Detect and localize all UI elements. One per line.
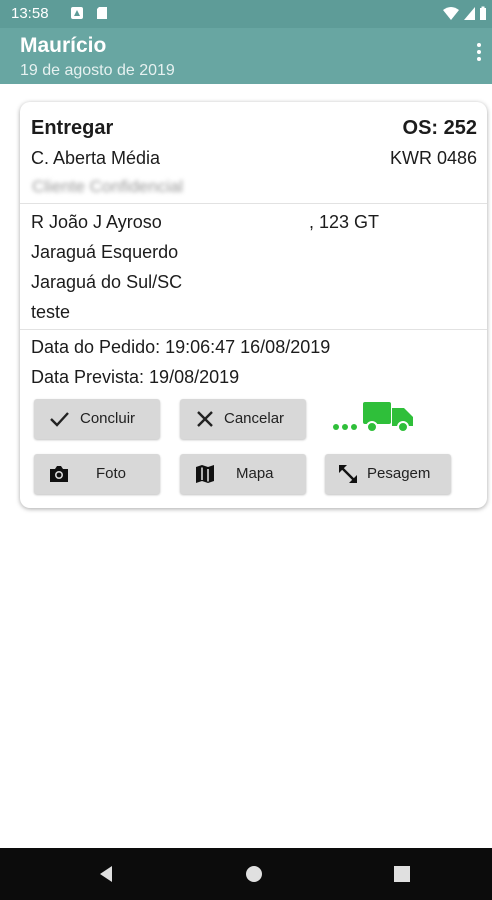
status-time: 13:58	[11, 5, 49, 22]
map-label: Mapa	[236, 465, 274, 482]
home-icon[interactable]	[244, 864, 264, 884]
camera-icon	[50, 466, 68, 482]
address-city: Jaraguá do Sul/SC	[31, 272, 183, 292]
cancel-button[interactable]: Cancelar	[180, 399, 306, 439]
order-note: teste	[31, 302, 71, 322]
conclude-label: Concluir	[80, 410, 136, 427]
vehicle-type: C. Aberta Média	[31, 148, 161, 168]
divider	[20, 329, 487, 330]
address-district: Jaraguá Esquerdo	[31, 242, 179, 262]
cancel-label: Cancelar	[224, 410, 285, 427]
app-bar: Maurício 19 de agosto de 2019	[0, 28, 492, 84]
photo-label: Foto	[96, 465, 127, 482]
order-date: Data do Pedido: 19:06:47 16/08/2019	[31, 337, 331, 357]
weighing-button[interactable]: Pesagem	[325, 454, 451, 494]
photo-button[interactable]: Foto	[34, 454, 160, 494]
map-icon	[196, 465, 214, 483]
vehicle-plate: KWR 0486	[389, 148, 477, 168]
order-card[interactable]: Entregar OS: 252 C. Aberta Média KWR 048…	[20, 102, 487, 508]
divider	[20, 203, 487, 204]
sd-card-icon	[97, 7, 107, 19]
back-icon[interactable]	[96, 864, 116, 884]
navigation-bar	[0, 848, 492, 900]
recents-icon[interactable]	[392, 864, 412, 884]
expected-date: Data Prevista: 19/08/2019	[31, 367, 240, 387]
page-title: Maurício	[20, 34, 107, 57]
order-number: OS: 252	[402, 117, 477, 139]
wifi-icon	[443, 7, 459, 20]
expand-icon	[339, 465, 357, 483]
address-number: , 123 GT	[309, 212, 380, 232]
page-subtitle-date: 19 de agosto de 2019	[20, 62, 175, 79]
map-button[interactable]: Mapa	[180, 454, 306, 494]
signal-icon	[464, 7, 475, 20]
overflow-menu-icon[interactable]	[472, 40, 486, 70]
notification-icon	[71, 7, 83, 19]
client-name-obscured: Cliente Confidencial	[32, 177, 184, 196]
close-icon	[197, 411, 213, 427]
status-bar: 13:58	[0, 0, 492, 28]
battery-icon	[480, 6, 486, 20]
weighing-label: Pesagem	[367, 465, 431, 482]
order-action: Entregar	[31, 117, 114, 139]
conclude-button[interactable]: Concluir	[34, 399, 160, 439]
address-street: R João J Ayroso	[31, 212, 162, 232]
delivery-truck-icon	[333, 402, 413, 433]
check-icon	[50, 412, 69, 427]
